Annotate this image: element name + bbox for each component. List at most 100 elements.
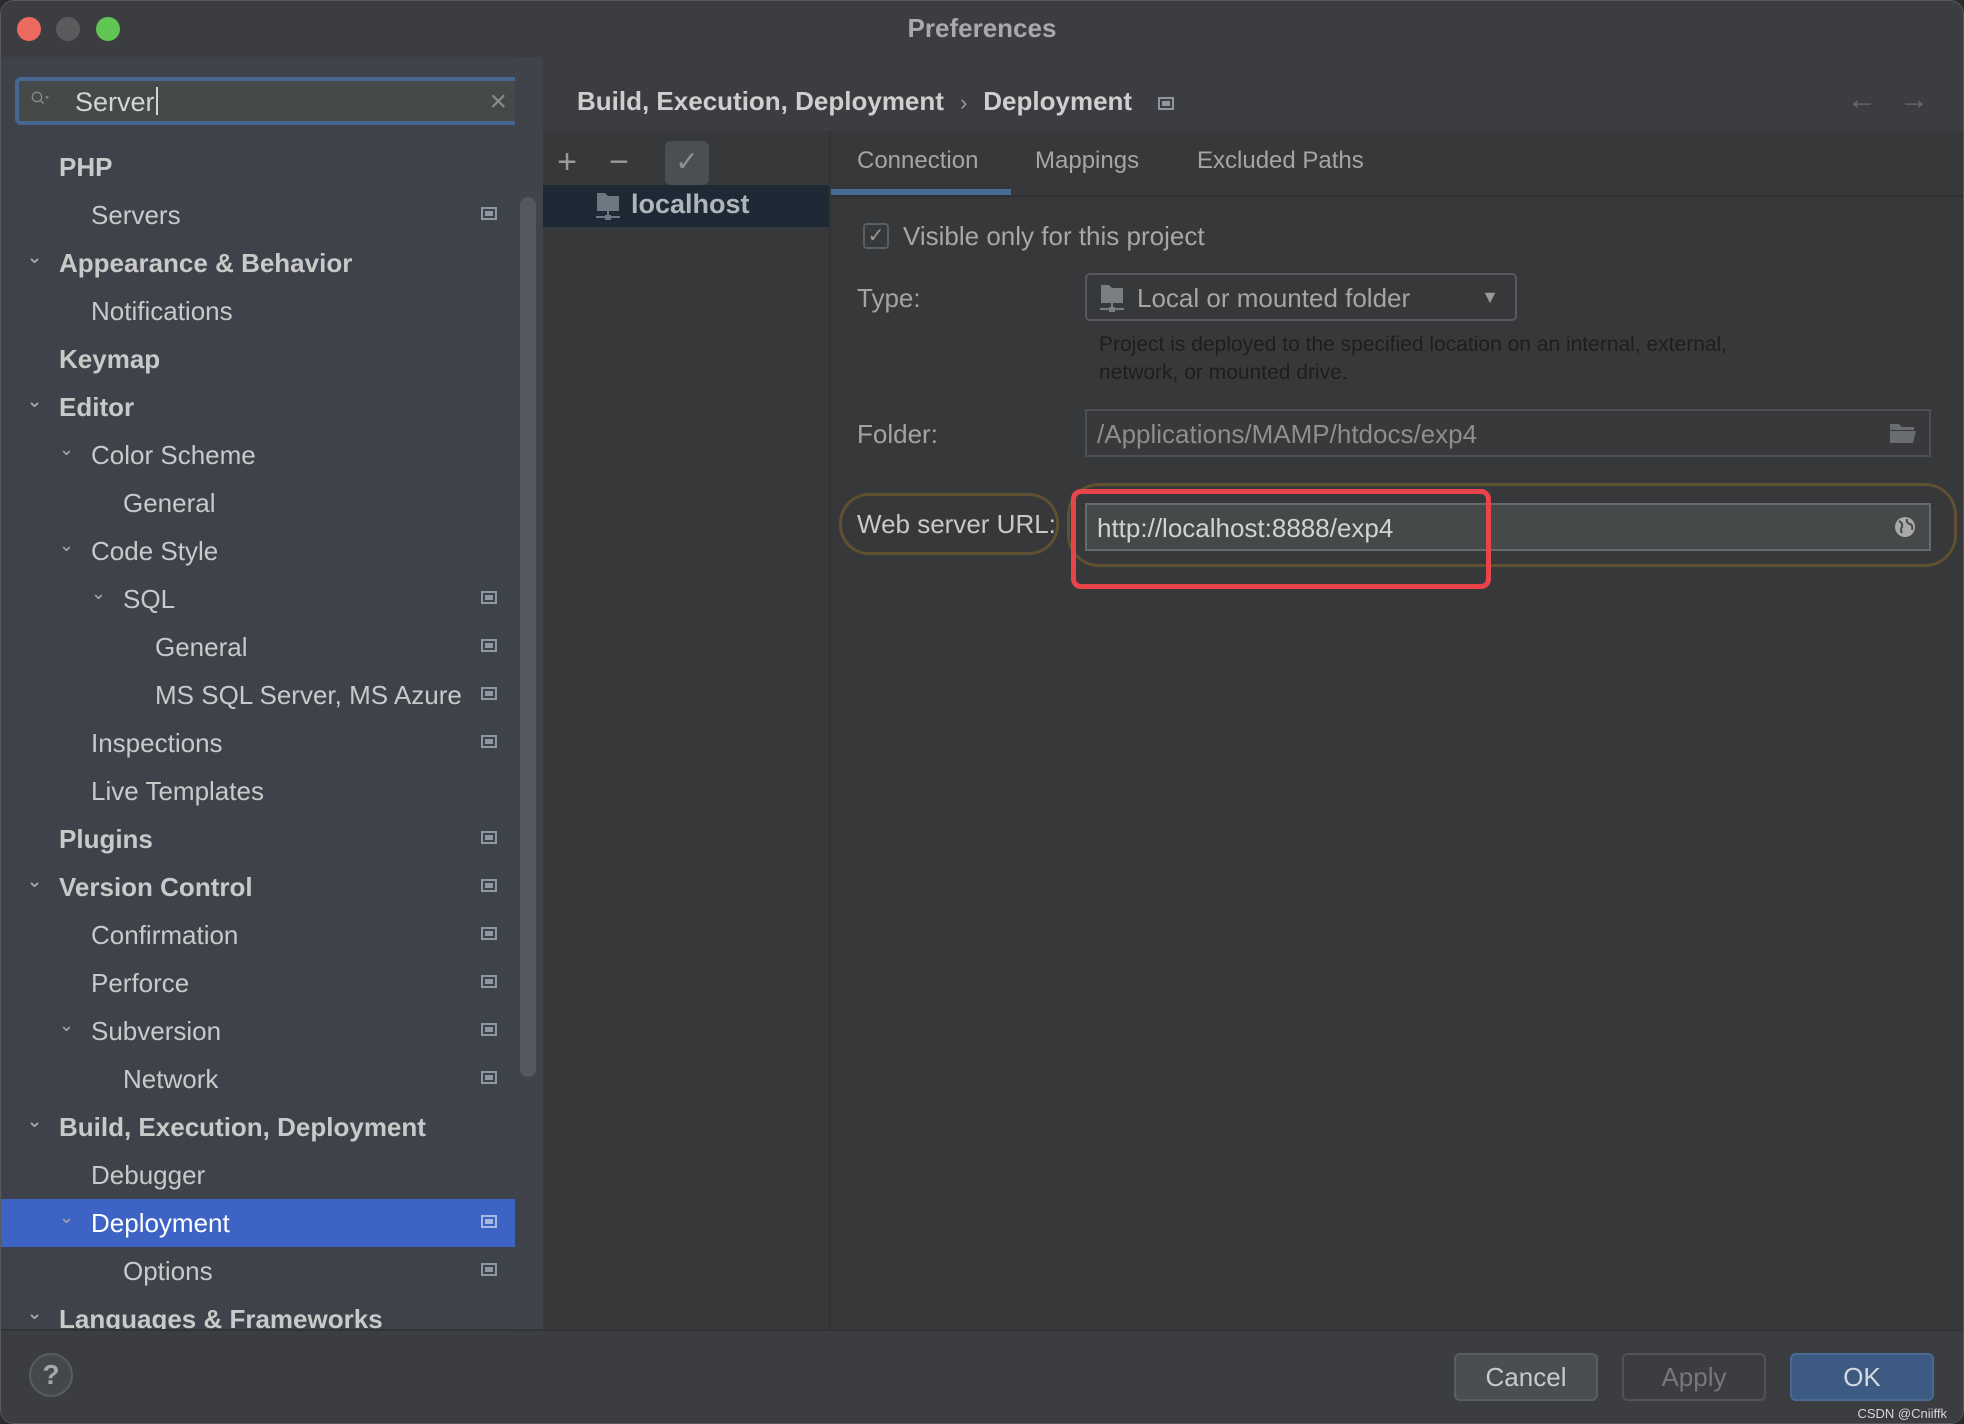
sidebar-item-label: Appearance & Behavior — [59, 248, 353, 278]
globe-icon[interactable] — [1893, 515, 1917, 539]
visible-only-label[interactable]: Visible only for this project — [903, 221, 1205, 252]
search-value: Server — [75, 87, 158, 118]
sidebar-item-label: Build, Execution, Deployment — [59, 1112, 426, 1142]
settings-search-input[interactable]: Server × — [15, 77, 525, 125]
dialog-footer: ? Cancel Apply OK CSDN @Cniiffk — [1, 1329, 1963, 1423]
sidebar-item-label: MS SQL Server, MS Azure — [155, 680, 462, 710]
breadcrumb-current: Deployment — [983, 86, 1133, 116]
sidebar-item-label: SQL — [123, 584, 176, 614]
project-scope-icon — [481, 207, 497, 220]
watermark: CSDN @Cniiffk — [1857, 1406, 1947, 1421]
sidebar-item[interactable]: Keymap — [1, 335, 515, 383]
sidebar-item-label: General — [123, 488, 216, 518]
sidebar-item[interactable]: General — [1, 623, 515, 671]
project-scope-icon — [481, 1263, 497, 1276]
visible-only-checkbox[interactable]: ✓ — [863, 223, 889, 249]
server-list-toolbar: + − ✓ — [543, 131, 829, 185]
project-scope-icon — [481, 975, 497, 988]
settings-header: Build, Execution, Deployment › Deployment … — [543, 57, 1963, 131]
use-as-default-button[interactable]: ✓ — [665, 141, 709, 185]
sidebar-item[interactable]: Confirmation — [1, 911, 515, 959]
help-button[interactable]: ? — [29, 1353, 73, 1397]
sidebar-scrollbar[interactable] — [520, 197, 536, 1077]
sidebar-item[interactable]: ⌄ Editor — [1, 383, 515, 431]
sidebar-item[interactable]: ⌄ Subversion — [1, 1007, 515, 1055]
settings-tree: PHP Servers ⌄ Appearance & Behavior Notifica… — [1, 143, 515, 1343]
back-arrow-icon[interactable]: ← — [1847, 83, 1877, 117]
chevron-down-icon[interactable]: ⌄ — [27, 383, 47, 419]
server-list-item[interactable]: localhost — [543, 185, 829, 227]
tab-excluded-paths[interactable]: Excluded Paths — [1197, 147, 1364, 175]
search-icon — [31, 91, 49, 105]
web-server-url-label: Web server URL: — [857, 509, 1056, 539]
sidebar-item[interactable]: Notifications — [1, 287, 515, 335]
sidebar-item-label: Code Style — [91, 536, 219, 566]
project-scope-icon — [481, 639, 497, 652]
folder-value: /Applications/MAMP/htdocs/exp4 — [1097, 419, 1478, 449]
sidebar-item[interactable]: ⌄ SQL — [1, 575, 515, 623]
chevron-down-icon[interactable]: ⌄ — [59, 431, 79, 467]
remove-server-button[interactable]: − — [597, 141, 641, 185]
forward-arrow-icon[interactable]: → — [1899, 83, 1929, 117]
folder-label: Folder: — [857, 419, 938, 449]
server-folder-icon — [596, 193, 620, 220]
type-label: Type: — [857, 283, 921, 313]
type-value: Local or mounted folder — [1137, 283, 1411, 313]
sidebar-item-label: General — [155, 632, 248, 662]
breadcrumb: Build, Execution, Deployment › Deployment — [577, 86, 1175, 117]
tab-connection[interactable]: Connection — [857, 147, 978, 175]
sidebar-item[interactable]: General — [1, 479, 515, 527]
sidebar-item[interactable]: ⌄ Build, Execution, Deployment — [1, 1103, 515, 1151]
sidebar-item[interactable]: Inspections — [1, 719, 515, 767]
project-scope-icon — [481, 1071, 497, 1084]
chevron-down-icon[interactable]: ⌄ — [27, 1295, 47, 1331]
server-folder-icon — [1100, 285, 1124, 312]
settings-main-panel: Build, Execution, Deployment › Deployment … — [543, 57, 1963, 1331]
sidebar-item[interactable]: Perforce — [1, 959, 515, 1007]
sidebar-item[interactable]: ⌄ Deployment — [1, 1199, 515, 1247]
config-tabs: Connection Mappings Excluded Paths — [831, 131, 1963, 197]
browse-folder-icon[interactable] — [1889, 421, 1917, 445]
cancel-button[interactable]: Cancel — [1454, 1353, 1598, 1401]
add-server-button[interactable]: + — [545, 141, 589, 185]
sidebar-item[interactable]: ⌄ Color Scheme — [1, 431, 515, 479]
folder-input[interactable]: /Applications/MAMP/htdocs/exp4 — [1085, 409, 1931, 457]
sidebar-item-label: Deployment — [91, 1208, 230, 1238]
sidebar-item[interactable]: ⌄ Appearance & Behavior — [1, 239, 515, 287]
ok-button[interactable]: OK — [1790, 1353, 1934, 1401]
chevron-down-icon[interactable]: ⌄ — [27, 1103, 47, 1139]
active-tab-indicator — [831, 189, 1011, 195]
sidebar-item[interactable]: Plugins — [1, 815, 515, 863]
sidebar-item[interactable]: ⌄ Code Style — [1, 527, 515, 575]
breadcrumb-parent[interactable]: Build, Execution, Deployment — [577, 86, 944, 116]
sidebar-item-label: Keymap — [59, 344, 161, 374]
project-scope-icon — [481, 927, 497, 940]
tab-mappings[interactable]: Mappings — [1035, 147, 1139, 175]
sidebar-item-label: Confirmation — [91, 920, 239, 950]
project-scope-icon — [481, 879, 497, 892]
sidebar-item-label: Version Control — [59, 872, 253, 902]
sidebar-item-label: Notifications — [91, 296, 233, 326]
clear-search-icon[interactable]: × — [489, 85, 507, 119]
chevron-down-icon[interactable]: ⌄ — [27, 863, 47, 899]
type-description: Project is deployed to the specified loc… — [1099, 333, 1728, 384]
sidebar-item[interactable]: Servers — [1, 191, 515, 239]
sidebar-item[interactable]: Network — [1, 1055, 515, 1103]
project-scope-icon — [481, 591, 497, 604]
sidebar-item[interactable]: Options — [1, 1247, 515, 1295]
sidebar-item[interactable]: ⌄ Version Control — [1, 863, 515, 911]
sidebar-item[interactable]: MS SQL Server, MS Azure — [1, 671, 515, 719]
type-dropdown[interactable]: Local or mounted folder ▼ — [1085, 273, 1517, 321]
chevron-down-icon[interactable]: ⌄ — [59, 527, 79, 563]
sidebar-item-label: Servers — [91, 200, 181, 230]
chevron-down-icon[interactable]: ⌄ — [91, 575, 111, 611]
chevron-down-icon[interactable]: ⌄ — [59, 1007, 79, 1043]
project-scope-icon — [481, 735, 497, 748]
chevron-down-icon[interactable]: ⌄ — [59, 1199, 79, 1235]
sidebar-item[interactable]: Debugger — [1, 1151, 515, 1199]
window-title: Preferences — [907, 13, 1057, 43]
sidebar-item[interactable]: Live Templates — [1, 767, 515, 815]
chevron-down-icon[interactable]: ⌄ — [27, 239, 47, 275]
sidebar-item[interactable]: PHP — [1, 143, 515, 191]
apply-button[interactable]: Apply — [1622, 1353, 1766, 1401]
